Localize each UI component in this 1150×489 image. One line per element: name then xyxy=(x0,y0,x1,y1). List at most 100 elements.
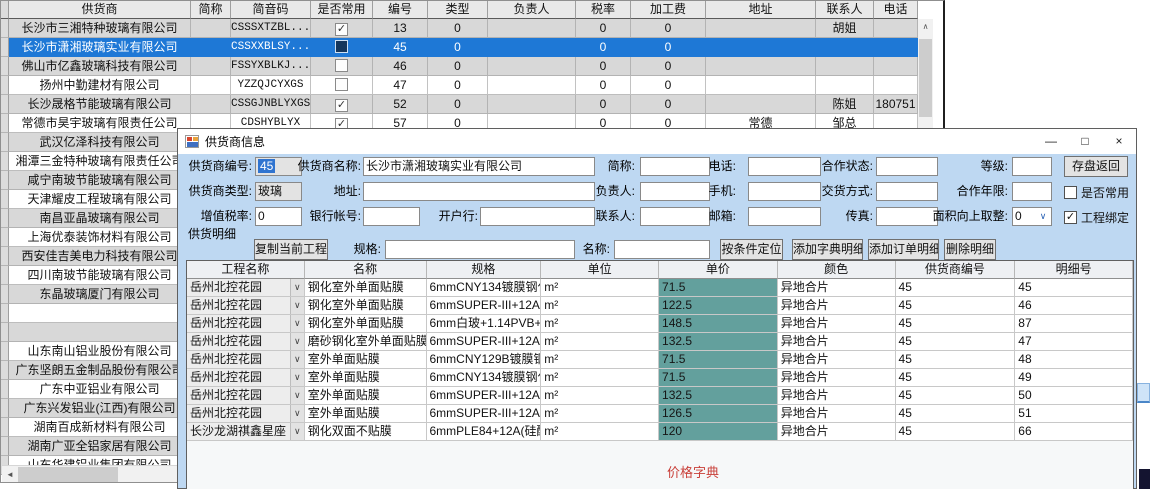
supplier-row[interactable]: 长沙晟格节能玻璃有限公司CSSGJNBLYXGS✓52000陈姐180751 xyxy=(1,95,918,114)
checked-checkbox-icon[interactable]: ✓ xyxy=(335,99,348,112)
locate-by-condition-button[interactable]: 按条件定位 xyxy=(720,239,783,260)
detail-row[interactable]: 岳州北控花园∨钢化室外单面贴膜6mm白玻+1.14PVB+6mm...m²148… xyxy=(187,315,1133,333)
detail-cell-project[interactable]: 岳州北控花园∨ xyxy=(187,297,305,315)
close-button[interactable]: × xyxy=(1102,129,1136,154)
detail-row[interactable]: 岳州北控花园∨室外单面贴膜6mmSUPER-III+12A(硅...m²132.… xyxy=(187,387,1133,405)
column-header-fee[interactable]: 加工费 xyxy=(631,1,706,19)
save-return-button[interactable]: 存盘返回 xyxy=(1064,156,1128,177)
detail-cell-project[interactable]: 岳州北控花园∨ xyxy=(187,369,305,387)
detail-cell-detail_id: 48 xyxy=(1015,351,1133,369)
detail-column-header-price[interactable]: 单价 xyxy=(659,261,778,279)
project-bind-checkbox[interactable]: ✓ xyxy=(1064,211,1077,224)
detail-row[interactable]: 长沙龙湖祺鑫星座∨钢化双面不贴膜6mmPLE84+12A(硅酮胶...m²120… xyxy=(187,423,1133,441)
minimize-button[interactable]: — xyxy=(1034,129,1068,154)
chevron-down-icon[interactable]: ∨ xyxy=(290,351,304,368)
detail-cell-project[interactable]: 岳州北控花园∨ xyxy=(187,351,305,369)
chevron-down-icon[interactable]: ∨ xyxy=(290,405,304,422)
scroll-up-icon[interactable]: ∧ xyxy=(918,19,933,35)
area-round-up-select[interactable]: 0 ∨ xyxy=(1012,207,1052,226)
project-bind-checkbox-row[interactable]: ✓ 工程绑定 xyxy=(1064,209,1129,225)
column-header-id[interactable]: 编号 xyxy=(373,1,428,19)
unchecked-checkbox-icon[interactable] xyxy=(335,59,348,72)
coop-years-field[interactable] xyxy=(1012,182,1052,201)
delete-detail-button[interactable]: 删除明细 xyxy=(944,239,996,260)
project-combo-value: 岳州北控花园 xyxy=(187,279,290,296)
column-header-common[interactable]: 是否常用 xyxy=(311,1,373,19)
detail-cell-project[interactable]: 岳州北控花园∨ xyxy=(187,387,305,405)
detail-row[interactable]: 岳州北控花园∨室外单面贴膜6mmCNY129B镀膜钢化m²71.5异地合片454… xyxy=(187,351,1133,369)
chevron-down-icon[interactable]: ∨ xyxy=(290,279,304,296)
vertical-scrollbar-thumb[interactable] xyxy=(919,39,932,117)
chevron-down-icon[interactable]: ∨ xyxy=(290,297,304,314)
detail-cell-project[interactable]: 岳州北控花园∨ xyxy=(187,333,305,351)
detail-cell-name: 钢化室外单面贴膜 xyxy=(305,279,427,297)
detail-row[interactable]: 岳州北控花园∨钢化室外单面贴膜6mmSUPER-III+12A(硅...m²12… xyxy=(187,297,1133,315)
delivery-mode-label: 交货方式: xyxy=(803,182,873,201)
supplier-row[interactable]: 长沙市三湘特种玻璃有限公司CSSSXTZBL...✓13000胡姐 xyxy=(1,19,918,38)
column-header-addr[interactable]: 地址 xyxy=(706,1,816,19)
supplier-row[interactable]: 长沙市潇湘玻璃实业有限公司CSSXXBLSY...45000 xyxy=(1,38,918,57)
supplier-cell-phone xyxy=(874,76,918,95)
common-use-checkbox[interactable] xyxy=(1064,186,1077,199)
detail-row[interactable]: 岳州北控花园∨钢化室外单面贴膜6mmCNY134镀膜钢化m²71.5异地合片45… xyxy=(187,279,1133,297)
detail-row[interactable]: 岳州北控花园∨磨砂钢化室外单面贴膜6mmSUPER-III+12A(硅...m²… xyxy=(187,333,1133,351)
detail-column-header-project[interactable]: 工程名称 xyxy=(187,261,305,279)
grade-field[interactable] xyxy=(1012,157,1052,176)
supplier-cell-phone xyxy=(874,57,918,76)
spec-filter-label: 规格: xyxy=(338,240,381,259)
detail-row[interactable]: 岳州北控花园∨室外单面贴膜6mmCNY134镀膜钢化m²71.5异地合片4549 xyxy=(187,369,1133,387)
detail-cell-project[interactable]: 岳州北控花园∨ xyxy=(187,279,305,297)
detail-cell-project[interactable]: 长沙龙湖祺鑫星座∨ xyxy=(187,423,305,441)
chevron-down-icon[interactable]: ∨ xyxy=(290,423,304,440)
bank-account-field[interactable] xyxy=(363,207,420,226)
supplier-cell-name: 咸宁南玻节能玻璃有限公司 xyxy=(9,171,191,190)
column-header-contact[interactable]: 联系人 xyxy=(816,1,874,19)
supplier-cell-manager xyxy=(488,76,576,95)
detail-column-header-spec[interactable]: 规格 xyxy=(427,261,542,279)
detail-column-header-color[interactable]: 颜色 xyxy=(778,261,896,279)
spec-filter-input[interactable] xyxy=(385,240,575,259)
horizontal-scrollbar-thumb[interactable] xyxy=(18,467,118,482)
detail-column-header-detail_id[interactable]: 明细号 xyxy=(1015,261,1133,279)
copy-current-project-button[interactable]: 复制当前工程 xyxy=(254,239,328,260)
column-header-name[interactable]: 供货商 xyxy=(9,1,191,19)
clipped-background-content xyxy=(1139,469,1150,489)
column-header-type[interactable]: 类型 xyxy=(428,1,488,19)
chevron-down-icon[interactable]: ∨ xyxy=(290,369,304,386)
chevron-down-icon[interactable]: ∨ xyxy=(290,387,304,404)
checked-checkbox-icon[interactable]: ✓ xyxy=(335,23,348,36)
supplier-row[interactable]: 佛山市亿鑫玻璃科技有限公司FSSYXBLKJ...46000 xyxy=(1,57,918,76)
supplier-row[interactable]: 扬州中勤建材有限公司YZZQJCYXGS47000 xyxy=(1,76,918,95)
row-header-cell xyxy=(1,323,9,342)
chevron-down-icon[interactable]: ∨ xyxy=(290,333,304,350)
add-dictionary-detail-button[interactable]: 添加字典明细 xyxy=(792,239,863,260)
supplier-cell-name: 武汉亿泽科技有限公司 xyxy=(9,133,191,152)
detail-cell-project[interactable]: 岳州北控花园∨ xyxy=(187,315,305,333)
chevron-down-icon[interactable]: ∨ xyxy=(290,315,304,332)
detail-column-header-unit[interactable]: 单位 xyxy=(541,261,659,279)
column-header-abbr[interactable]: 简称 xyxy=(191,1,231,19)
dialog-titlebar[interactable]: 供货商信息 — □ × xyxy=(178,129,1136,154)
detail-cell-unit: m² xyxy=(541,315,659,333)
maximize-button[interactable]: □ xyxy=(1068,129,1102,154)
supplier-cell-tax: 0 xyxy=(576,19,631,38)
bank-account-label: 银行帐号: xyxy=(273,207,361,226)
common-use-checkbox-row[interactable]: 是否常用 xyxy=(1064,184,1129,200)
column-header-phone[interactable]: 电话 xyxy=(874,1,918,19)
column-header-manager[interactable]: 负责人 xyxy=(488,1,576,19)
unchecked-checkbox-icon[interactable] xyxy=(335,78,348,91)
column-header-code[interactable]: 简音码 xyxy=(231,1,311,19)
detail-cell-supplier_id: 45 xyxy=(896,315,1016,333)
detail-column-header-name[interactable]: 名称 xyxy=(305,261,427,279)
scroll-left-icon[interactable]: ◄ xyxy=(2,470,18,479)
name-filter-input[interactable] xyxy=(614,240,710,259)
column-header-tax[interactable]: 税率 xyxy=(576,1,631,19)
unchecked-checkbox-icon[interactable] xyxy=(335,40,348,53)
address-field[interactable] xyxy=(363,182,595,201)
detail-column-header-supplier_id[interactable]: 供货商编号 xyxy=(896,261,1016,279)
add-order-detail-button[interactable]: 添加订单明细 xyxy=(868,239,939,260)
supplier-cell-abbr xyxy=(191,19,231,38)
supplier-name-field[interactable]: 长沙市潇湘玻璃实业有限公司 xyxy=(363,157,595,176)
detail-row[interactable]: 岳州北控花园∨室外单面贴膜6mmSUPER-III+12A(硅...m²126.… xyxy=(187,405,1133,423)
detail-cell-project[interactable]: 岳州北控花园∨ xyxy=(187,405,305,423)
